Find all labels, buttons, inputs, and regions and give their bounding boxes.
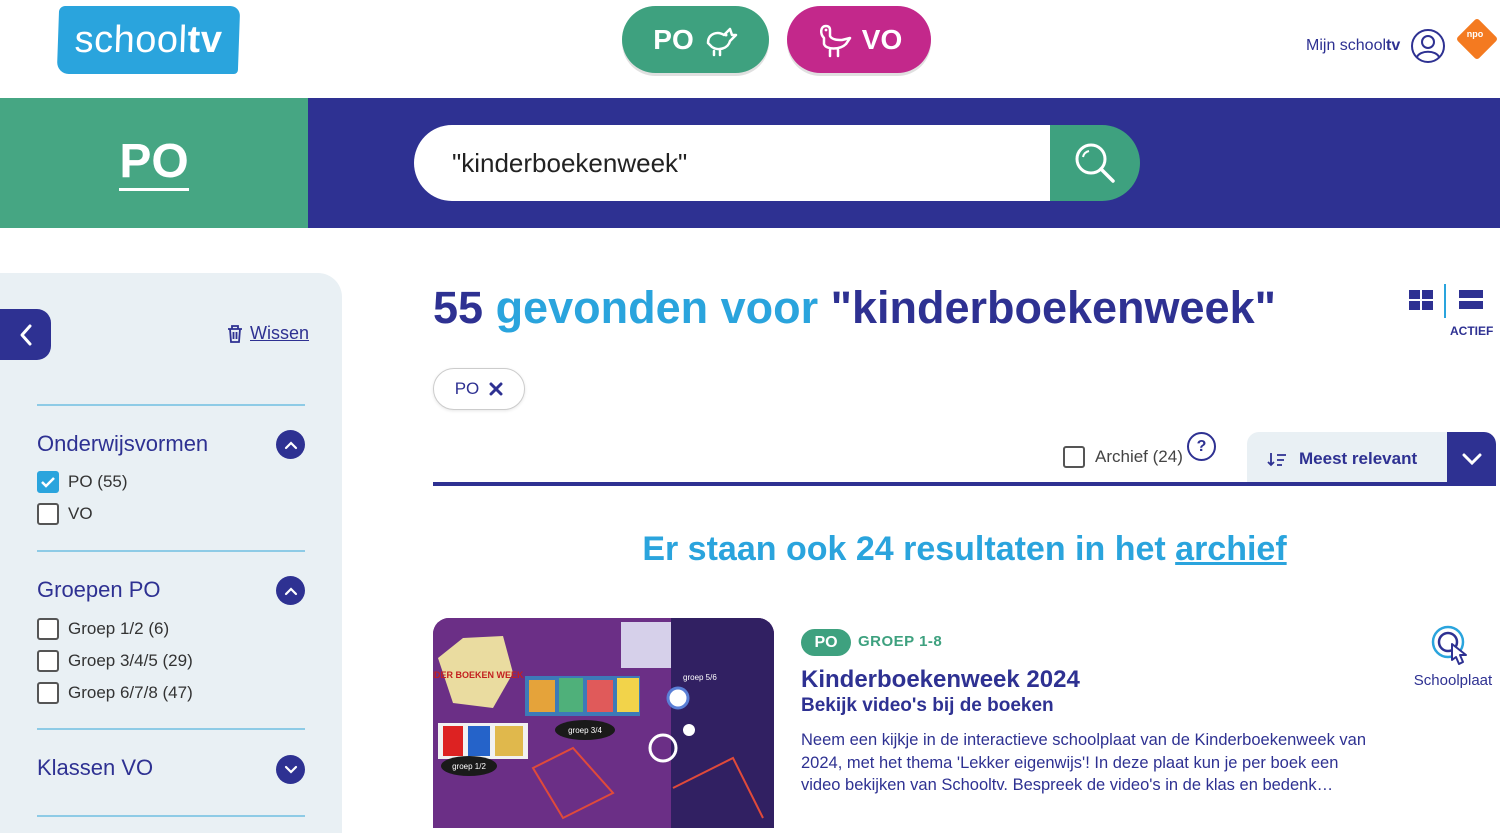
swan-icon xyxy=(819,24,852,57)
filter-option-label: Groep 3/4/5 (29) xyxy=(68,651,193,670)
active-filter-chip[interactable]: PO xyxy=(433,368,525,410)
checkbox-checked[interactable] xyxy=(37,471,59,493)
level-badge: PO xyxy=(801,629,851,656)
thumb-label-kbw: KINDER BOEKEN WEEK xyxy=(433,670,524,680)
check-icon xyxy=(41,477,55,488)
search-icon xyxy=(1075,143,1115,183)
view-separator xyxy=(1444,284,1446,318)
checkbox[interactable] xyxy=(37,618,59,640)
sort-select[interactable]: Meest relevant xyxy=(1247,432,1447,485)
clear-filters-label: Wissen xyxy=(250,323,310,343)
results-headline: 55 gevonden voor "kinderboekenweek" xyxy=(433,282,1276,334)
filter-option-label: Groep 1/2 (6) xyxy=(68,619,170,638)
filter-option-po[interactable]: PO (55) xyxy=(37,471,128,493)
filter-title-klassen-vo: Klassen VO xyxy=(37,755,154,780)
search-band: PO "kinderboekenweek" xyxy=(0,98,1500,228)
list-view-icon[interactable] xyxy=(1459,290,1483,310)
sort-label: Meest relevant xyxy=(1299,448,1418,468)
result-title[interactable]: Kinderboekenweek 2024 xyxy=(801,666,1080,694)
filter-title-onderwijsvormen: Onderwijsvormen xyxy=(37,431,209,456)
groep-label: GROEP 1-8 xyxy=(858,633,943,650)
logo-suffix: tv xyxy=(186,18,224,61)
collapse-sidebar-button[interactable] xyxy=(0,309,51,360)
touch-icon xyxy=(1431,625,1467,665)
level-vo-button[interactable]: VO xyxy=(787,6,931,73)
level-vo-label: VO xyxy=(861,23,903,55)
results-query: "kinderboekenweek" xyxy=(830,282,1276,333)
clear-filters-button[interactable]: Wissen xyxy=(226,323,309,344)
archive-link[interactable]: archief xyxy=(1175,530,1287,568)
archive-checkbox[interactable] xyxy=(1063,446,1085,468)
filter-option-label: Groep 6/7/8 (47) xyxy=(68,683,193,702)
logo-prefix: school xyxy=(73,18,189,61)
archive-checkbox-label: Archief (24) xyxy=(1095,447,1183,466)
content-type: Schoolplaat xyxy=(1406,624,1500,689)
active-filter-label: PO xyxy=(454,379,480,398)
level-po-label: PO xyxy=(653,23,694,55)
mijn-schooltv-label: Mijn schooltv xyxy=(1306,37,1401,54)
filter-option-groep-6-7-8[interactable]: Groep 6/7/8 (47) xyxy=(37,682,193,704)
divider xyxy=(37,550,305,552)
npo-logo[interactable]: npo xyxy=(1455,17,1499,61)
bird-icon xyxy=(706,27,737,56)
filter-option-vo[interactable]: VO xyxy=(37,503,93,525)
results-divider xyxy=(433,482,1496,486)
filter-sidebar: Wissen Onderwijsvormen PO (55) VO Groepe… xyxy=(0,273,342,833)
view-active-label: ACTIEF xyxy=(1450,324,1494,338)
divider xyxy=(37,728,305,730)
sort-icon xyxy=(1267,452,1286,466)
filter-option-label: VO xyxy=(68,504,93,523)
filter-title-groepen-po: Groepen PO xyxy=(37,577,161,602)
thumb-label-groep-1-2: groep 1/2 xyxy=(452,762,486,771)
help-icon[interactable]: ? xyxy=(1187,432,1216,461)
result-description: Neem een kijkje in de interactieve schoo… xyxy=(801,731,1367,794)
grid-view-icon[interactable] xyxy=(1409,290,1433,310)
level-title-block: PO xyxy=(0,98,308,228)
thumb-label-groep-5-6: groep 5/6 xyxy=(683,673,717,682)
schoolplaat-illustration: KINDER BOEKEN WEEK groep 1/2 groep 3/4 g… xyxy=(433,618,774,828)
user-icon xyxy=(1411,29,1446,63)
chevron-down-icon xyxy=(284,765,297,774)
checkbox[interactable] xyxy=(37,650,59,672)
chevron-up-icon xyxy=(284,440,297,449)
checkbox[interactable] xyxy=(37,503,59,525)
trash-icon xyxy=(228,324,242,343)
filter-option-groep-3-4-5[interactable]: Groep 3/4/5 (29) xyxy=(37,650,193,672)
result-subtitle: Bekijk video's bij de boeken xyxy=(801,695,1054,716)
collapse-groepen-po-button[interactable] xyxy=(276,576,305,605)
chevron-left-icon xyxy=(20,324,31,345)
results-count: 55 xyxy=(433,282,484,333)
filter-option-label: PO (55) xyxy=(68,472,128,491)
result-thumbnail[interactable]: KINDER BOEKEN WEEK groep 1/2 groep 3/4 g… xyxy=(433,618,774,828)
archive-note-text: Er staan ook 24 resultaten in het xyxy=(642,530,1176,568)
collapse-onderwijsvormen-button[interactable] xyxy=(276,430,305,459)
expand-klassen-vo-button[interactable] xyxy=(276,755,305,784)
checkbox[interactable] xyxy=(37,682,59,704)
archive-toggle[interactable]: Archief (24) xyxy=(1063,446,1183,468)
chevron-down-icon xyxy=(1462,453,1481,465)
close-icon xyxy=(489,382,503,396)
divider xyxy=(37,815,305,817)
archive-note: Er staan ook 24 resultaten in het archie… xyxy=(433,530,1496,569)
search-button[interactable] xyxy=(1050,125,1140,201)
thumb-label-groep-3-4: groep 3/4 xyxy=(568,726,602,735)
filter-option-groep-1-2[interactable]: Groep 1/2 (6) xyxy=(37,618,169,640)
schooltv-logo[interactable]: school tv xyxy=(56,6,241,74)
divider xyxy=(37,404,305,406)
sort-dropdown-button[interactable] xyxy=(1447,432,1496,485)
top-bar: school tv PO VO Mijn schooltv npo xyxy=(0,0,1500,98)
level-title: PO xyxy=(119,135,189,191)
content-type-label: Schoolplaat xyxy=(1413,672,1493,689)
results-found-text: gevonden voor xyxy=(483,282,831,333)
chevron-up-icon xyxy=(284,586,297,595)
level-po-button[interactable]: PO xyxy=(622,6,769,73)
mijn-schooltv-link[interactable]: Mijn schooltv xyxy=(1306,28,1446,64)
search-input[interactable]: "kinderboekenweek" xyxy=(414,125,1050,201)
